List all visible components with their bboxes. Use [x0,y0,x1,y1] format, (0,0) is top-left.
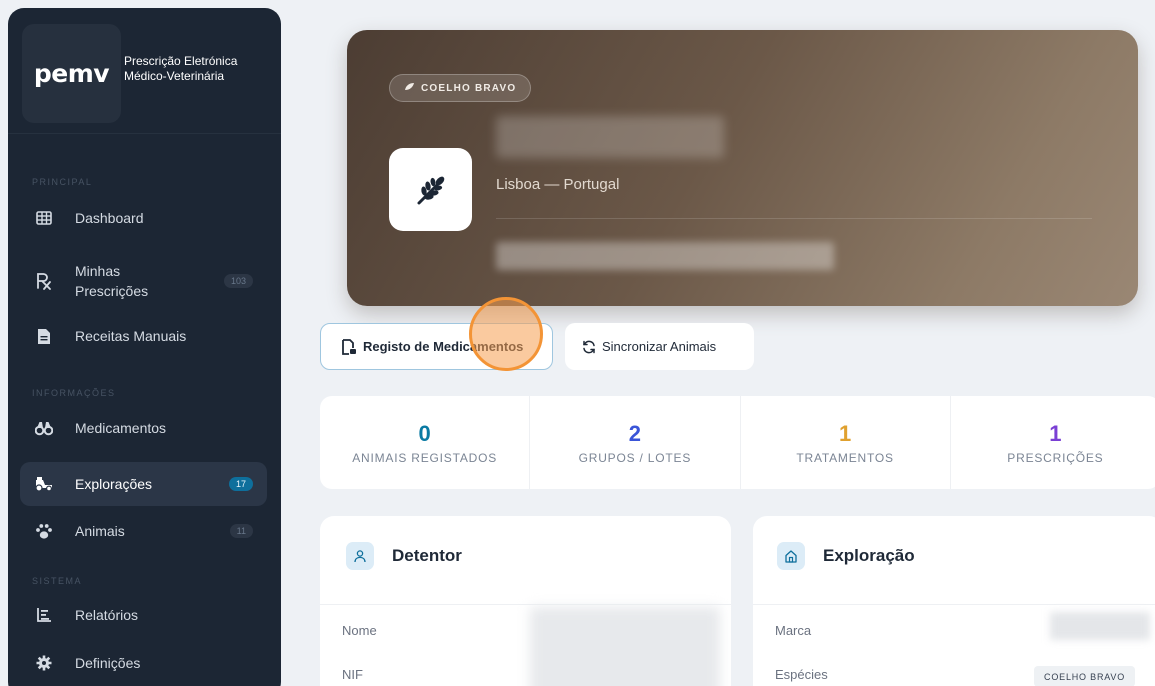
prescricoes-count-badge: 103 [223,274,253,288]
species-pill: COELHO BRAVO [389,74,532,102]
hero-divider [496,218,1092,219]
sidebar-item-medicamentos[interactable]: Medicamentos [20,406,267,450]
stat-value: 0 [418,420,431,446]
species-pill-label: COELHO BRAVO [421,82,517,94]
sidebar-item-label: Animais [75,523,125,539]
nome-label: Nome [342,623,377,638]
brand-divider [8,133,281,134]
stat-grupos[interactable]: 2 GRUPOS / LOTES [530,396,741,489]
sidebar-item-label: Minhas Prescrições [75,261,148,301]
sidebar: pemv Prescrição Eletrónica Médico-Veteri… [8,8,281,686]
brand-logo: pemv [33,59,110,88]
brand-text: Prescrição Eletrónica Médico-Veterinária [124,54,237,84]
brand-line-1: Prescrição Eletrónica [124,54,238,68]
sidebar-item-relatorios[interactable]: Relatórios [20,593,267,637]
section-sistema: SISTEMA [32,576,83,586]
sidebar-item-label: Definições [75,655,141,671]
tractor-icon [34,474,54,494]
sidebar-item-label-line2: Prescrições [75,283,149,299]
binoculars-icon [34,418,54,438]
stats-panel: 0 ANIMAIS REGISTADOS 2 GRUPOS / LOTES 1 … [320,396,1155,489]
sidebar-item-prescricoes[interactable]: Minhas Prescrições 103 [20,255,267,307]
stat-label: GRUPOS / LOTES [578,450,692,465]
card-divider [753,604,1155,605]
section-informacoes: INFORMAÇÕES [32,388,116,398]
sidebar-item-receitas[interactable]: Receitas Manuais [20,314,267,358]
species-tag: COELHO BRAVO [1034,666,1135,686]
detentor-card: Detentor Nome NIF [320,516,731,686]
document-pencil-icon [341,338,357,355]
sincronizar-animais-button[interactable]: Sincronizar Animais [565,323,754,370]
sidebar-item-animais[interactable]: Animais 11 [20,509,267,553]
section-principal: PRINCIPAL [32,177,93,187]
sidebar-item-definicoes[interactable]: Definições [20,641,267,685]
sidebar-item-label: Medicamentos [75,420,167,436]
stat-label: TRATAMENTOS [796,450,894,465]
sincronizar-animais-label: Sincronizar Animais [602,339,717,354]
document-icon [34,326,54,346]
sidebar-item-label: Receitas Manuais [75,328,187,344]
animais-count-badge: 11 [229,524,253,538]
detentor-header: Detentor [346,542,462,570]
stat-animais[interactable]: 0 ANIMAIS REGISTADOS [320,396,531,489]
exploracao-card: Exploração Marca Espécies COELHO BRAVO [753,516,1155,686]
exploracao-title: Exploração [823,546,915,565]
sidebar-item-label: Dashboard [75,210,144,226]
stat-value: 2 [628,420,641,446]
stat-label: PRESCRIÇÕES [1007,450,1104,465]
sidebar-item-label: Explorações [75,476,153,492]
sidebar-item-exploracoes[interactable]: Explorações 17 [20,462,267,506]
exploration-name-redacted [496,116,724,158]
nif-label: NIF [342,667,363,682]
stat-tratamentos[interactable]: 1 TRATAMENTOS [741,396,951,489]
stat-label: ANIMAIS REGISTADOS [352,450,498,465]
sidebar-item-label: Relatórios [75,607,139,623]
home-icon [777,542,805,570]
stat-value: 1 [839,420,852,446]
brand-logo-box[interactable]: pemv [22,24,121,123]
detentor-title: Detentor [392,546,462,565]
especies-label: Espécies [775,667,828,682]
sidebar-item-dashboard[interactable]: Dashboard [20,196,267,240]
exploration-location: Lisboa — Portugal [496,176,620,193]
exploration-details-redacted [496,242,834,270]
marca-value-redacted [1050,612,1150,640]
detentor-values-redacted [530,607,720,686]
sidebar-item-label-line1: Minhas [75,263,121,279]
stat-prescricoes[interactable]: 1 PRESCRIÇÕES [951,396,1155,489]
paw-icon [34,521,54,541]
exploracao-header: Exploração [777,542,915,570]
gear-icon [34,653,54,673]
stat-value: 1 [1049,420,1062,446]
brand-line-2: Médico-Veterinária [124,69,225,83]
grid-icon [34,208,54,228]
leaf-icon [404,82,415,94]
rx-icon [34,271,54,291]
card-divider [320,604,731,605]
wheat-icon [389,148,472,231]
report-icon [34,605,54,625]
click-highlight-marker [469,297,543,371]
exploracoes-count-badge: 17 [228,477,253,491]
user-icon [346,542,374,570]
exploration-hero-card: COELHO BRAVO Lisboa — Portugal [347,30,1138,306]
refresh-icon [582,340,596,354]
marca-label: Marca [775,623,812,638]
